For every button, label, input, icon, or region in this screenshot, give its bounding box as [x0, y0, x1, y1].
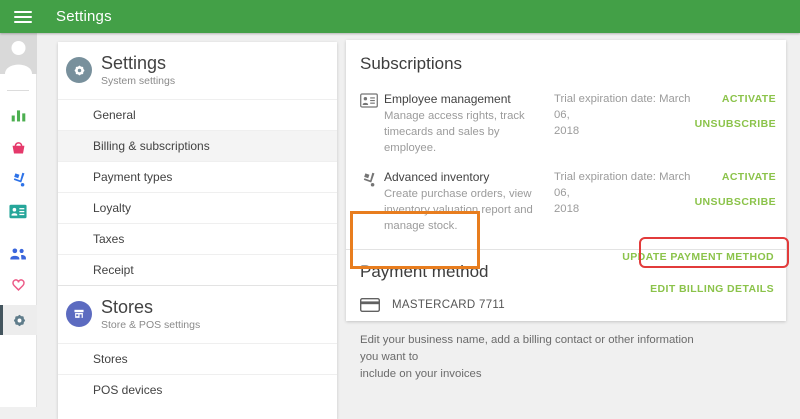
subscription-row-employee-management: Employee management Manage access rights…: [346, 92, 786, 156]
subscription-description: Create purchase orders, view inventory v…: [384, 187, 546, 234]
user-avatar-icon: [0, 33, 37, 74]
card-number-label: MASTERCARD 7711: [392, 299, 505, 311]
activate-button[interactable]: ACTIVATE: [722, 93, 776, 105]
subscription-title: Advanced inventory: [384, 170, 546, 184]
employee-badge-icon: [360, 93, 378, 108]
section-divider: [346, 249, 786, 250]
people-icon: [9, 246, 27, 261]
id-card-icon: [9, 204, 27, 219]
billing-content-card: Subscriptions Employee management Manage…: [346, 40, 786, 321]
stores-group-header: Stores Store & POS settings: [58, 285, 337, 343]
unsubscribe-button[interactable]: UNSUBSCRIBE: [695, 196, 776, 208]
subscription-row-advanced-inventory: Advanced inventory Create purchase order…: [346, 170, 786, 234]
rail-item-inventory[interactable]: [0, 163, 37, 195]
trial-expiration-text: Trial expiration date: March 06, 2018: [554, 92, 692, 156]
hamburger-menu-icon[interactable]: [14, 8, 32, 26]
avatar[interactable]: [0, 33, 37, 74]
gear-icon: [11, 312, 28, 329]
rail-item-settings[interactable]: [0, 305, 37, 335]
rail-item-employees[interactable]: [0, 195, 37, 227]
subscription-description: Manage access rights, track timecards an…: [384, 109, 546, 156]
settings-menu-panel: Settings System settings General Billing…: [58, 42, 337, 419]
menu-item-general[interactable]: General: [58, 99, 337, 130]
credit-card-row: MASTERCARD 7711: [360, 298, 786, 312]
group-subtitle: Store & POS settings: [101, 319, 200, 331]
settings-gear-circle: [66, 57, 92, 83]
subscriptions-heading: Subscriptions: [360, 54, 786, 74]
group-title: Settings: [101, 54, 175, 73]
group-title: Stores: [101, 298, 200, 317]
bar-chart-icon: [10, 107, 27, 124]
rail-item-customers[interactable]: [0, 237, 37, 269]
menu-item-taxes[interactable]: Taxes: [58, 223, 337, 254]
unsubscribe-button[interactable]: UNSUBSCRIBE: [695, 118, 776, 130]
rail-divider: [7, 90, 29, 91]
rail-item-loyalty[interactable]: [0, 269, 37, 301]
menu-item-receipt[interactable]: Receipt: [58, 254, 337, 285]
icon-rail: [0, 33, 37, 407]
menu-item-billing-subscriptions[interactable]: Billing & subscriptions: [58, 130, 337, 161]
stores-icon-circle: [66, 301, 92, 327]
menu-item-payment-types[interactable]: Payment types: [58, 161, 337, 192]
top-app-bar: Settings: [0, 0, 800, 33]
billing-note: Edit your business name, add a billing c…: [360, 332, 705, 383]
app-bar-title: Settings: [56, 8, 112, 25]
gear-icon: [72, 63, 87, 78]
credit-card-icon: [360, 298, 380, 312]
store-icon: [72, 307, 86, 321]
menu-item-pos-devices[interactable]: POS devices: [58, 374, 337, 405]
basket-icon: [10, 139, 27, 156]
activate-button[interactable]: ACTIVATE: [722, 171, 776, 183]
group-subtitle: System settings: [101, 75, 175, 87]
trial-expiration-text: Trial expiration date: March 06, 2018: [554, 170, 692, 234]
menu-item-stores[interactable]: Stores: [58, 343, 337, 374]
rail-item-reports[interactable]: [0, 99, 37, 131]
update-payment-method-button[interactable]: UPDATE PAYMENT METHOD: [622, 251, 774, 263]
heart-icon: [10, 277, 27, 293]
subscription-title: Employee management: [384, 92, 546, 106]
payment-method-heading: Payment method: [360, 262, 786, 282]
edit-billing-details-button[interactable]: EDIT BILLING DETAILS: [650, 283, 774, 295]
hand-truck-icon: [360, 171, 377, 188]
rail-item-items[interactable]: [0, 131, 37, 163]
settings-group-header: Settings System settings: [58, 42, 337, 99]
menu-item-loyalty[interactable]: Loyalty: [58, 192, 337, 223]
hand-truck-icon: [10, 171, 27, 188]
